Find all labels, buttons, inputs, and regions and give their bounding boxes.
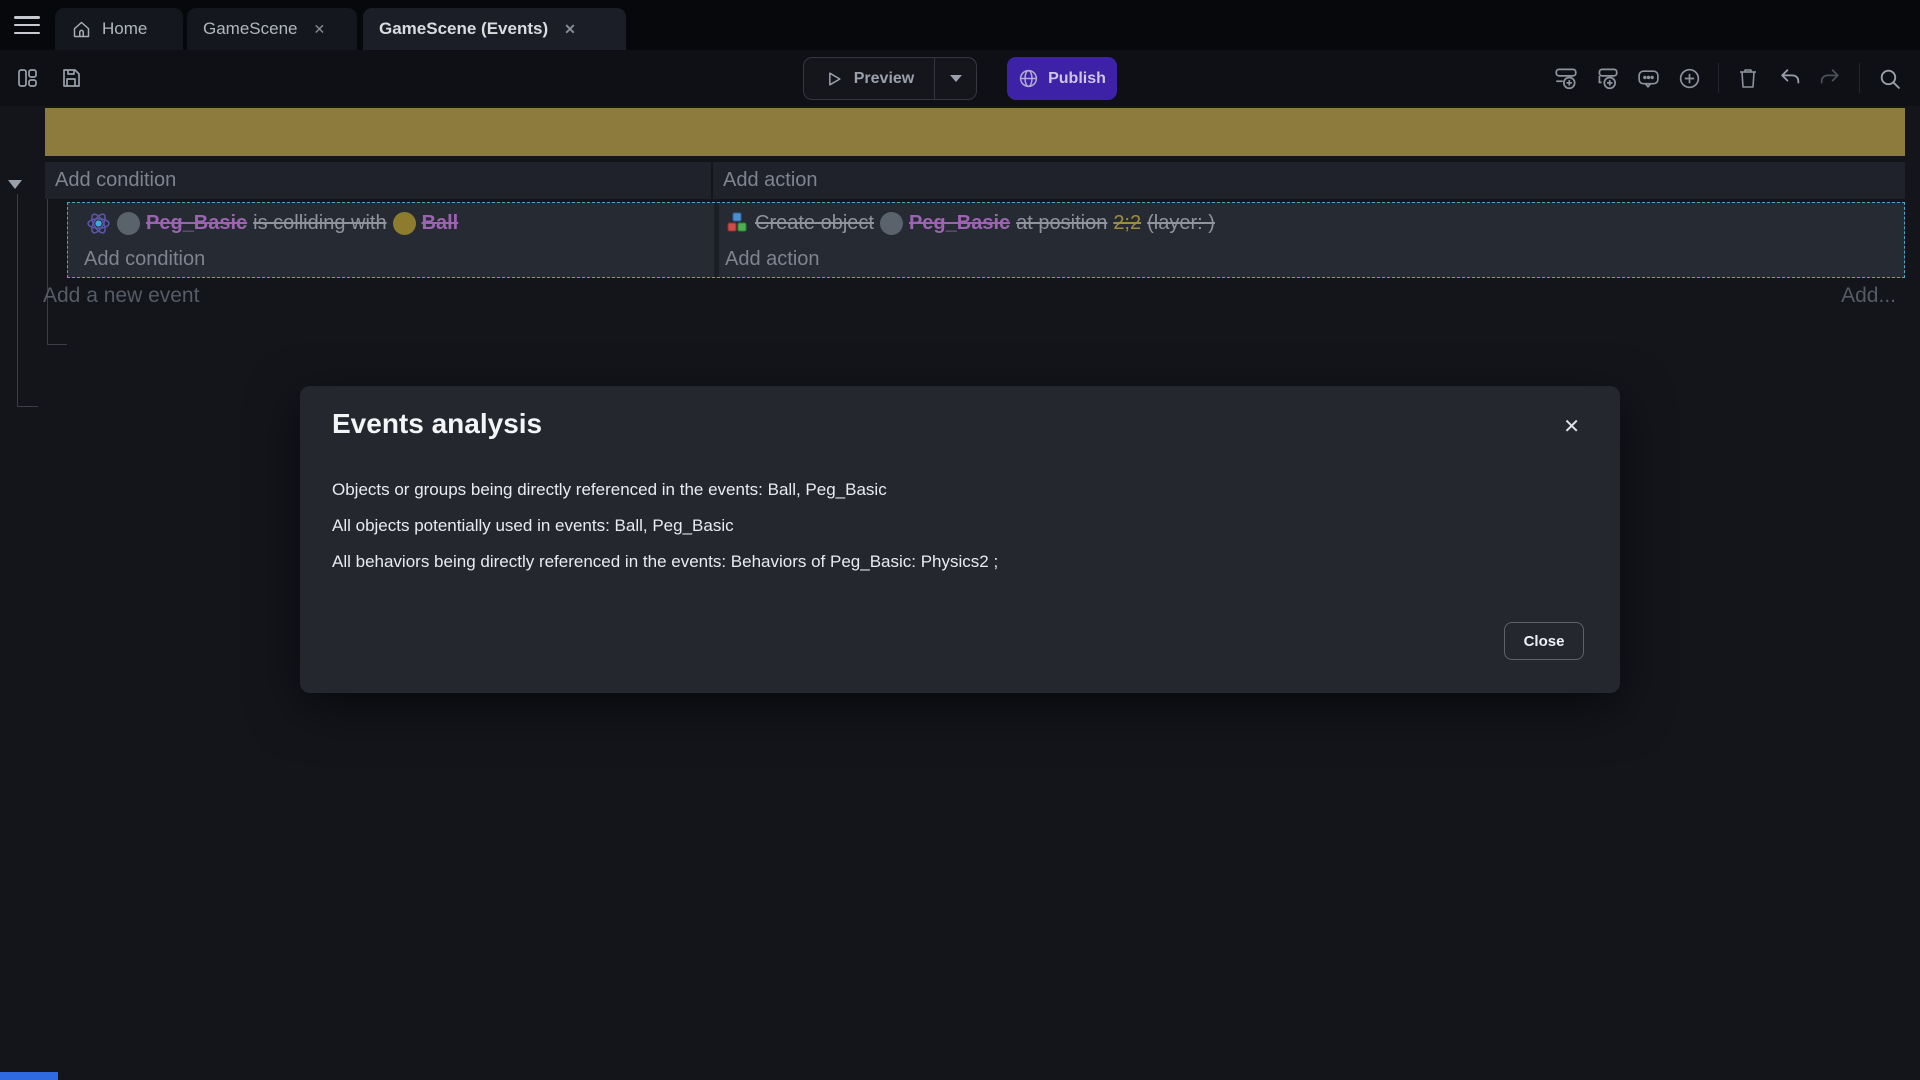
add-action-button[interactable]: Add action <box>719 243 1904 275</box>
event-row: Add condition Add action <box>45 162 1905 199</box>
preview-options-dropdown[interactable] <box>934 58 976 99</box>
actions-column: Create object Peg_Basic at position 2;2 … <box>714 203 1904 277</box>
search-icon[interactable] <box>1872 61 1906 95</box>
menu-icon[interactable] <box>12 13 42 37</box>
tab-gamescene-close-icon[interactable]: ✕ <box>314 21 326 38</box>
add-event-icon[interactable] <box>1549 61 1583 95</box>
tab-home-label: Home <box>102 19 147 39</box>
publish-button-label: Publish <box>1048 70 1106 88</box>
add-circle-icon[interactable] <box>1672 61 1706 95</box>
analysis-line-objects-used: All objects potentially used in events: … <box>332 508 1588 544</box>
tree-line <box>17 194 18 407</box>
add-subevent-icon[interactable] <box>1590 61 1624 95</box>
conditions-column: Peg_Basic is colliding with Ball Add con… <box>68 203 714 277</box>
tree-line <box>47 199 48 345</box>
tab-gamescene[interactable]: GameScene ✕ <box>187 8 357 50</box>
comment-block[interactable] <box>45 108 1905 156</box>
action-parameter: 2;2 <box>1113 212 1141 235</box>
peg-basic-object-icon <box>117 212 140 235</box>
publish-button[interactable]: Publish <box>1007 57 1117 100</box>
add-comment-icon[interactable] <box>1631 61 1665 95</box>
tree-line <box>17 406 38 407</box>
add-new-event-button[interactable]: Add a new event <box>43 284 199 308</box>
tab-gamescene-label: GameScene <box>203 19 298 39</box>
chevron-down-icon <box>950 75 962 82</box>
tab-gamescene-events-close-icon[interactable]: ✕ <box>564 21 576 38</box>
condition-instruction[interactable]: Peg_Basic is colliding with Ball <box>68 203 714 243</box>
play-icon <box>824 69 844 89</box>
analysis-line-behaviors: All behaviors being directly referenced … <box>332 544 1588 580</box>
delete-icon[interactable] <box>1731 61 1765 95</box>
dialog-body: Objects or groups being directly referen… <box>332 472 1588 580</box>
action-text: (layer: ) <box>1147 212 1215 235</box>
preview-button-label: Preview <box>854 70 914 88</box>
action-instruction[interactable]: Create object Peg_Basic at position 2;2 … <box>719 203 1904 243</box>
undo-icon[interactable] <box>1772 61 1806 95</box>
tab-gamescene-events-label: GameScene (Events) <box>379 19 548 39</box>
toolbar: Preview Publish <box>0 50 1920 106</box>
condition-text: is colliding with <box>253 212 386 235</box>
conditions-column: Add condition <box>45 162 713 199</box>
action-text: at position <box>1016 212 1107 235</box>
collapse-event-caret-icon[interactable] <box>8 180 22 189</box>
bottom-progress-bar <box>0 1072 58 1080</box>
preview-button-group: Preview <box>803 57 977 100</box>
add-more-button[interactable]: Add... <box>1841 284 1896 308</box>
dialog-title: Events analysis <box>332 408 542 440</box>
tab-bar: Home GameScene ✕ GameScene (Events) ✕ <box>0 0 1920 50</box>
collision-condition-icon <box>86 211 111 236</box>
close-icon[interactable]: ✕ <box>1563 414 1580 439</box>
toolbar-separator <box>1718 63 1719 93</box>
ball-object-icon <box>393 212 416 235</box>
selected-subevent-row[interactable]: Peg_Basic is colliding with Ball Add con… <box>67 202 1905 278</box>
condition-object-name: Ball <box>422 212 459 235</box>
preview-button[interactable]: Preview <box>804 58 934 99</box>
toolbar-separator <box>1859 63 1860 93</box>
project-manager-icon[interactable] <box>10 61 44 95</box>
events-analysis-dialog: Events analysis ✕ Objects or groups bein… <box>300 386 1620 693</box>
condition-object-name: Peg_Basic <box>146 212 247 235</box>
analysis-line-objects-referenced: Objects or groups being directly referen… <box>332 472 1588 508</box>
add-condition-button[interactable]: Add condition <box>68 243 714 275</box>
actions-column: Add action <box>713 162 1905 199</box>
redo-icon[interactable] <box>1813 61 1847 95</box>
action-object-name: Peg_Basic <box>909 212 1010 235</box>
tab-home[interactable]: Home <box>55 8 183 50</box>
add-condition-button[interactable]: Add condition <box>45 162 711 199</box>
peg-basic-object-icon <box>880 212 903 235</box>
close-button[interactable]: Close <box>1504 622 1584 660</box>
tree-line <box>47 344 67 345</box>
home-icon <box>71 19 92 40</box>
save-icon[interactable] <box>54 61 88 95</box>
create-object-action-icon <box>725 211 749 235</box>
globe-icon <box>1018 68 1039 89</box>
action-verb: Create object <box>755 212 874 235</box>
tab-gamescene-events[interactable]: GameScene (Events) ✕ <box>363 8 626 50</box>
add-action-button[interactable]: Add action <box>713 162 1905 199</box>
